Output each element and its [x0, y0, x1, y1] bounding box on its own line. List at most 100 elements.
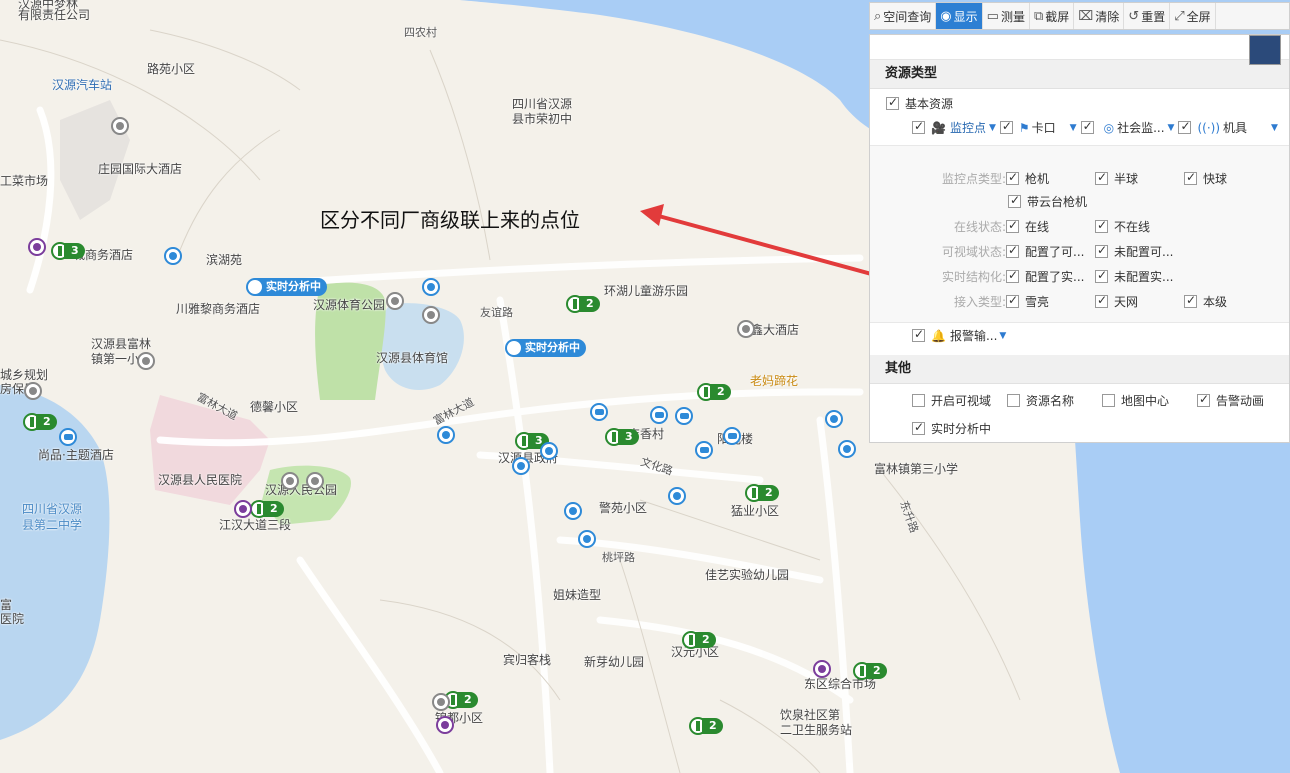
camera-marker-icon[interactable]: [668, 487, 686, 505]
alarm-anim-checkbox[interactable]: [1197, 392, 1210, 407]
poi-icon[interactable]: [234, 500, 252, 518]
reset-icon: ↺: [1128, 8, 1140, 24]
access-xueliang-checkbox[interactable]: [1006, 293, 1019, 308]
bus-stop-icon[interactable]: [59, 428, 77, 446]
satellite-thumb-icon[interactable]: [1249, 35, 1281, 65]
opt-checkbox[interactable]: [1095, 243, 1108, 258]
checkpoint-label[interactable]: 卡口: [1032, 119, 1056, 136]
device-label[interactable]: 机具: [1223, 119, 1247, 136]
opt-label: 开启可视域: [931, 394, 992, 408]
bus-stop-icon[interactable]: [590, 403, 608, 421]
map-center-checkbox[interactable]: [1102, 394, 1115, 407]
toolbar-fullscreen-button[interactable]: ⤢ 全屏: [1170, 3, 1216, 29]
toolbar-measure-button[interactable]: ▭ 测量: [983, 3, 1030, 29]
cluster-count: 2: [36, 414, 57, 430]
social-monitor-label[interactable]: 社会监...: [1117, 119, 1164, 136]
device-checkbox[interactable]: [1178, 119, 1192, 134]
chevron-down-icon[interactable]: ▼: [1271, 123, 1278, 133]
camera-marker-icon[interactable]: [437, 426, 455, 444]
map-label: 二卫生服务站: [780, 723, 853, 737]
basic-resource-label: 基本资源: [905, 97, 954, 111]
opt-label: 告警动画: [1216, 394, 1265, 408]
camera-marker-icon[interactable]: [137, 352, 155, 370]
poi-icon[interactable]: [813, 660, 831, 678]
chevron-down-icon[interactable]: ▼: [989, 123, 996, 133]
opt-checkbox[interactable]: [1095, 170, 1108, 185]
bus-stop-icon[interactable]: [695, 441, 713, 459]
camera-marker-icon[interactable]: [164, 247, 182, 265]
camera-marker-icon[interactable]: [306, 472, 324, 490]
map-label: 路苑小区: [147, 62, 196, 76]
map-label: 汉源县人民医院: [158, 473, 243, 487]
camera-marker-icon[interactable]: [825, 410, 843, 428]
opt-checkbox[interactable]: [1008, 193, 1021, 208]
camera-marker-icon[interactable]: [24, 382, 42, 400]
camera-marker-icon[interactable]: [386, 292, 404, 310]
toolbar-clear-button[interactable]: ⌧ 清除: [1074, 3, 1125, 29]
bus-stop-icon[interactable]: [650, 406, 668, 424]
alarm-label[interactable]: 报警输...: [950, 327, 997, 344]
map-label: 饮泉社区第: [780, 708, 841, 722]
camera-marker-icon[interactable]: [422, 306, 440, 324]
cluster-count: 2: [758, 485, 779, 501]
section-other: 其他: [870, 355, 1289, 384]
realtime-analysis-tag[interactable]: 实时分析中: [246, 278, 327, 296]
camera-marker-icon[interactable]: [281, 472, 299, 490]
opt-checkbox[interactable]: [1006, 218, 1019, 233]
access-benji-checkbox[interactable]: [1184, 293, 1197, 308]
toolbar-display-button[interactable]: ◉ 显示: [936, 3, 983, 29]
filter-visual-row: 可视域状态: 配置了可... 未配置可...: [936, 243, 1174, 260]
map-label: 四川省汉源: [22, 502, 83, 516]
map-label: 富林镇第三小学: [874, 462, 959, 476]
toolbar-reset-button[interactable]: ↺ 重置: [1124, 3, 1171, 29]
access-tianwang-checkbox[interactable]: [1095, 293, 1108, 308]
alarm-checkbox[interactable]: [912, 327, 925, 342]
bus-stop-icon[interactable]: [675, 407, 693, 425]
map-label: 宾归客栈: [503, 653, 552, 667]
camera-marker-icon[interactable]: [111, 117, 129, 135]
poi-icon[interactable]: [28, 238, 46, 256]
basic-resource-checkbox[interactable]: [886, 95, 899, 110]
resource-name-checkbox[interactable]: [1007, 394, 1020, 407]
map-label: 富: [0, 598, 13, 612]
chevron-down-icon[interactable]: ▼: [1168, 123, 1175, 133]
camera-marker-icon[interactable]: [737, 320, 755, 338]
camera-marker-icon[interactable]: [564, 502, 582, 520]
chevron-down-icon[interactable]: ▼: [999, 331, 1006, 341]
camera-marker-icon[interactable]: [838, 440, 856, 458]
opt-checkbox[interactable]: [1095, 218, 1108, 233]
camera-marker-icon[interactable]: [422, 278, 440, 296]
toolbar-spatial-query-button[interactable]: ⌕ 空间查询: [870, 3, 937, 29]
opt-checkbox[interactable]: [1184, 170, 1197, 185]
toolbar-label: 测量: [1000, 9, 1025, 24]
map-label: 汉源汽车站: [52, 78, 113, 92]
cluster-count: 2: [695, 632, 716, 648]
cluster-count: 2: [710, 384, 731, 400]
bus-stop-icon[interactable]: [723, 427, 741, 445]
camera-marker-icon[interactable]: [578, 530, 596, 548]
map-label: 滨湖苑: [206, 253, 243, 267]
map-label: 医院: [0, 612, 25, 626]
camera-marker-icon[interactable]: [512, 457, 530, 475]
map-label: 有限责任公司: [18, 8, 91, 22]
opt-checkbox[interactable]: [1095, 268, 1108, 283]
toolbar-screenshot-button[interactable]: ⧉ 截屏: [1030, 3, 1075, 29]
opt-checkbox[interactable]: [1006, 170, 1019, 185]
camera-type-label[interactable]: 监控点: [950, 119, 986, 136]
realtime-analysis-checkbox[interactable]: [912, 420, 925, 435]
realtime-analysis-tag[interactable]: 实时分析中: [505, 339, 586, 357]
social-monitor-checkbox[interactable]: [1080, 119, 1094, 134]
chevron-down-icon[interactable]: ▼: [1070, 123, 1077, 133]
camera-marker-icon[interactable]: [432, 693, 450, 711]
poi-icon[interactable]: [436, 716, 454, 734]
camera-marker-icon[interactable]: [540, 442, 558, 460]
cluster-count: 2: [263, 501, 284, 517]
visual-field-checkbox[interactable]: [912, 394, 925, 407]
basic-resource-row[interactable]: 基本资源: [886, 95, 953, 112]
opt-checkbox[interactable]: [1006, 243, 1019, 258]
opt-label: 在线: [1025, 220, 1050, 234]
opt-checkbox[interactable]: [1006, 268, 1019, 283]
camera-type-checkbox[interactable]: [912, 119, 925, 134]
checkpoint-checkbox[interactable]: [999, 119, 1013, 134]
map-label: 佳艺实验幼儿园: [705, 568, 790, 582]
